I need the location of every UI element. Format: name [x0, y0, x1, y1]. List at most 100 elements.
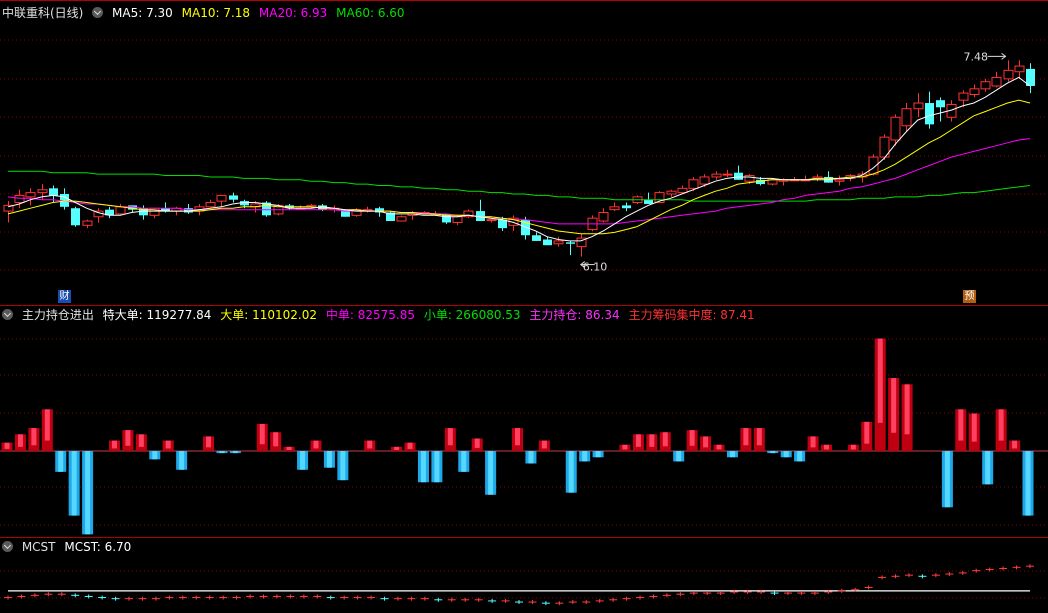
- flow-bar-negative-core: [219, 451, 225, 454]
- flow-bar-positive-core: [877, 338, 883, 423]
- flow-bar-negative-core: [676, 451, 682, 462]
- mcst-title[interactable]: MCST: [22, 540, 56, 554]
- candle-down: [543, 239, 552, 246]
- flow-bar-positive-core: [394, 446, 400, 450]
- candle-up: [744, 175, 755, 182]
- flow-bar-negative-core: [595, 451, 601, 458]
- candle-up: [553, 240, 564, 245]
- flow-bar-positive-core: [649, 434, 655, 447]
- price-panel: 7.48 6.10 中联重科(日线) MA5: 7.30 MA10: 7.18 M…: [0, 0, 1048, 305]
- flow-bar-negative-core: [729, 451, 735, 458]
- flow-bar-positive-core: [165, 440, 171, 449]
- candle-up: [688, 179, 699, 189]
- flow-bar-positive-core: [541, 440, 547, 449]
- flow-bar-positive-core: [111, 440, 117, 449]
- flow-bar-positive-core: [958, 409, 964, 441]
- flow-bar-negative-core: [232, 451, 238, 454]
- mcst-dropdown-icon[interactable]: [2, 541, 13, 552]
- candle-up: [699, 176, 710, 185]
- candle-up: [834, 179, 845, 182]
- indicator-dropdown-icon[interactable]: [2, 309, 13, 320]
- flow-bar-positive-core: [716, 444, 722, 450]
- mcst-line-chart[interactable]: [0, 537, 1048, 613]
- mcst-value-label: MCST: 6.70: [64, 540, 132, 554]
- candle-down: [566, 242, 575, 244]
- settings-dropdown-icon[interactable]: [92, 7, 104, 18]
- high-price-label: 7.48: [964, 50, 989, 63]
- medium-order-label: 中单: 82575.85: [325, 308, 415, 322]
- candlestick-chart[interactable]: 7.48 6.10: [0, 0, 1048, 305]
- flow-bar-negative-core: [582, 451, 588, 462]
- flow-bar-negative-core: [1025, 451, 1031, 516]
- flow-bar-negative-core: [528, 451, 534, 464]
- flow-bar-positive-core: [31, 428, 37, 446]
- flow-bar-positive-core: [850, 444, 856, 450]
- flow-bar-positive-core: [259, 423, 265, 445]
- candle-down: [49, 188, 58, 196]
- candle-up: [958, 92, 969, 101]
- mcst-header: MCST MCST: 6.70: [2, 540, 136, 554]
- candle-up: [25, 192, 36, 198]
- flow-bar-positive-core: [823, 444, 829, 450]
- flow-title[interactable]: 主力持仓进出: [22, 308, 94, 322]
- price-header: 中联重科(日线) MA5: 7.30 MA10: 7.18 MA20: 6.93…: [2, 6, 410, 20]
- candle-up: [609, 206, 620, 211]
- candle-down: [644, 199, 653, 204]
- candle-up: [980, 81, 991, 90]
- ma20-label: MA20: 6.93: [258, 6, 328, 20]
- flow-bar-negative-core: [420, 451, 426, 483]
- candle-down: [622, 205, 631, 209]
- candle-up: [722, 173, 733, 176]
- flow-bar-negative-core: [179, 451, 185, 470]
- main-position-label: 主力持仓: 86.34: [529, 308, 620, 322]
- candle-up: [486, 219, 497, 222]
- flow-bar-positive-core: [689, 430, 695, 446]
- candle-up: [396, 216, 407, 222]
- candle-up: [37, 189, 48, 194]
- candle-up: [598, 211, 609, 222]
- candle-up: [1003, 69, 1014, 80]
- flow-bar-positive-core: [998, 409, 1004, 441]
- flow-bar-positive-core: [44, 409, 50, 441]
- ma60-label: MA60: 6.60: [336, 6, 405, 20]
- flow-bar-positive-core: [447, 428, 453, 446]
- candle-down: [925, 103, 934, 125]
- chip-concentration-label: 主力筹码集中度: 87.41: [628, 308, 755, 322]
- flow-header: 主力持仓进出 特大单: 119277.84 大单: 110102.02 中单: …: [2, 308, 760, 322]
- candle-up: [452, 216, 463, 223]
- low-price-label: 6.10: [583, 261, 608, 274]
- flow-bar-positive-core: [515, 428, 520, 446]
- flow-bar-positive-core: [125, 430, 131, 446]
- flow-bar-positive-core: [662, 432, 668, 447]
- flow-bar-positive-core: [206, 436, 212, 448]
- flow-bar-negative-core: [944, 451, 950, 508]
- flow-bar-positive-core: [622, 444, 628, 450]
- forecast-badge[interactable]: 预: [963, 290, 976, 303]
- mcst-panel: MCST MCST: 6.70: [0, 537, 1048, 613]
- flow-bar-negative-core: [85, 451, 91, 535]
- flow-bar-positive-core: [286, 446, 292, 450]
- ma60-line: [8, 170, 1031, 202]
- flow-bar-positive-core: [904, 384, 910, 435]
- flow-bar-negative-core: [326, 451, 332, 468]
- financial-report-badge[interactable]: 财: [58, 290, 71, 303]
- stock-title[interactable]: 中联重科(日线): [2, 6, 83, 20]
- candle-up: [913, 102, 924, 110]
- candle-up: [890, 116, 901, 141]
- flow-bar-negative-core: [488, 451, 494, 495]
- flow-bar-positive-core: [864, 421, 870, 444]
- flow-bar-negative-core: [985, 451, 991, 485]
- flow-bar-positive-core: [810, 436, 816, 448]
- flow-panel: 主力持仓进出 特大单: 119277.84 大单: 110102.02 中单: …: [0, 305, 1048, 537]
- candle-up: [711, 173, 722, 178]
- candle-up: [82, 220, 93, 226]
- flow-bar-positive-core: [367, 440, 373, 449]
- flow-bar-negative-core: [300, 451, 306, 470]
- flow-bar-positive-core: [891, 378, 897, 433]
- flow-bar-positive-core: [474, 438, 480, 448]
- flow-bar-negative-core: [71, 451, 77, 516]
- candle-up: [1014, 65, 1025, 73]
- flow-bar-positive-core: [273, 432, 279, 447]
- flow-bar-negative-core: [58, 451, 64, 472]
- flow-bar-chart[interactable]: [0, 305, 1048, 537]
